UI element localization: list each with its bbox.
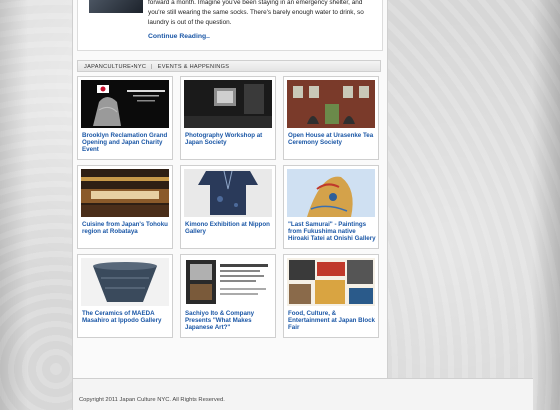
event-title[interactable]: Photography Workshop at Japan Society xyxy=(185,132,273,146)
event-title[interactable]: Sachiyo Ito & Company Presents "What Mak… xyxy=(185,310,273,331)
events-grid: Brooklyn Reclamation Grand Opening and J… xyxy=(77,76,383,338)
collage-flyer-image[interactable] xyxy=(287,258,375,306)
event-title[interactable]: The Ceramics of MAEDA Masahiro at Ippodo… xyxy=(82,310,170,324)
event-title[interactable]: Open House at Urasenke Tea Ceremony Soci… xyxy=(288,132,376,146)
brand-label: JAPANCULTURE•NYC xyxy=(84,64,147,70)
event-title[interactable]: Kimono Exhibition at Nippon Gallery xyxy=(185,221,273,235)
header-separator: | xyxy=(151,64,153,70)
event-title[interactable]: Food, Culture, & Entertainment at Japan … xyxy=(288,310,376,331)
article-preview: forward a month. Imagine you've been sta… xyxy=(77,0,383,51)
restaurant-interior-photo[interactable] xyxy=(81,169,169,217)
main-column: forward a month. Imagine you've been sta… xyxy=(72,0,388,410)
dark-room-photo[interactable] xyxy=(184,80,272,128)
event-card[interactable]: Cuisine from Japan's Tohoku region at Ro… xyxy=(77,165,173,249)
article-line: you're still wearing the same socks. The… xyxy=(148,9,364,16)
footer-divider xyxy=(73,378,533,379)
footer xyxy=(72,378,533,410)
event-card[interactable]: The Ceramics of MAEDA Masahiro at Ippodo… xyxy=(77,254,173,338)
events-section-header: JAPANCULTURE•NYC | EVENTS & HAPPENINGS xyxy=(77,60,381,72)
article-line: forward a month. Imagine you've been sta… xyxy=(148,0,363,6)
event-card[interactable]: Kimono Exhibition at Nippon Gallery xyxy=(180,165,276,249)
article-thumbnail[interactable] xyxy=(89,0,143,13)
painting-photo[interactable] xyxy=(287,169,375,217)
page-shadow-right xyxy=(532,0,560,410)
page-shadow-left xyxy=(0,0,28,410)
event-card[interactable]: Brooklyn Reclamation Grand Opening and J… xyxy=(77,76,173,160)
article-excerpt: forward a month. Imagine you've been sta… xyxy=(148,0,376,28)
stone-lantern-image[interactable] xyxy=(81,80,169,128)
event-flyer-image[interactable] xyxy=(184,258,272,306)
event-card[interactable]: Sachiyo Ito & Company Presents "What Mak… xyxy=(180,254,276,338)
event-card[interactable]: "Last Samurai" - Paintings from Fukushim… xyxy=(283,165,379,249)
ceramic-bowl-photo[interactable] xyxy=(81,258,169,306)
event-card[interactable]: Photography Workshop at Japan Society xyxy=(180,76,276,160)
event-card[interactable]: Open House at Urasenke Tea Ceremony Soci… xyxy=(283,76,379,160)
article-line: laundry is out of the question. xyxy=(148,19,232,26)
event-title[interactable]: Cuisine from Japan's Tohoku region at Ro… xyxy=(82,221,170,235)
event-card[interactable]: Food, Culture, & Entertainment at Japan … xyxy=(283,254,379,338)
brick-building-photo[interactable] xyxy=(287,80,375,128)
kimono-photo[interactable] xyxy=(184,169,272,217)
event-title[interactable]: Brooklyn Reclamation Grand Opening and J… xyxy=(82,132,170,153)
event-title[interactable]: "Last Samurai" - Paintings from Fukushim… xyxy=(288,221,376,242)
copyright-text: Copyright 2011 Japan Culture NYC. All Ri… xyxy=(79,397,225,403)
continue-reading-link[interactable]: Continue Reading.. xyxy=(148,33,210,40)
section-title: EVENTS & HAPPENINGS xyxy=(157,64,230,70)
